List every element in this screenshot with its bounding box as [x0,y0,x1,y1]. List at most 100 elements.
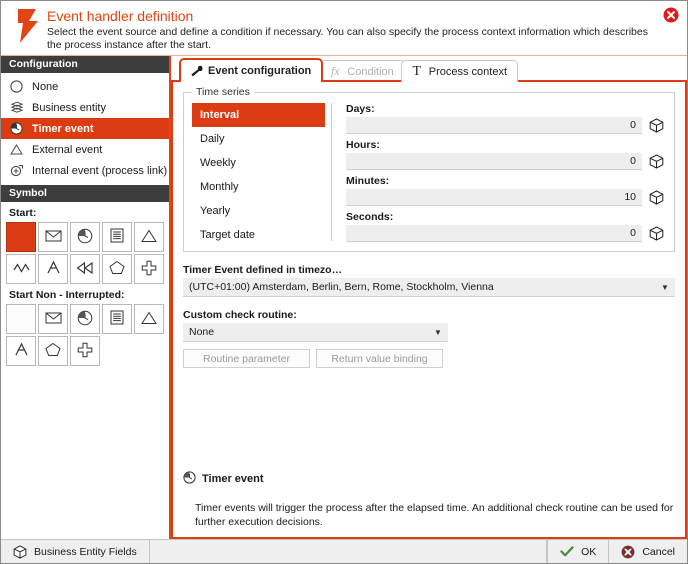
cancel-button[interactable]: Cancel [608,540,687,563]
sidebar-item-label: Business entity [32,101,106,114]
tab-label: Process context [428,65,508,78]
start-non-interrupted-symbol-grid [1,304,166,366]
business-entity-fields-button[interactable]: Business Entity Fields [1,540,150,563]
symbol-envelope[interactable] [38,222,68,252]
sidebar-item-label: Internal event (process link) [32,164,168,177]
list-item-label: Weekly [200,157,236,169]
envelope-icon [45,229,62,245]
triangle-icon [9,142,24,157]
event-handler-definition-dialog: Event handler definition Select the even… [0,0,688,564]
circle-icon [9,79,24,94]
timezone-dropdown[interactable]: (UTC+01:00) Amsterdam, Berlin, Bern, Rom… [183,278,675,297]
symbol-document-ni[interactable] [102,304,132,334]
custom-check-routine-dropdown[interactable]: None ▼ [183,323,448,342]
symbol-escalation-ni[interactable] [6,336,36,366]
clock-icon [77,228,93,247]
symbol-filled-square[interactable] [6,222,36,252]
symbol-blank[interactable] [6,304,36,334]
lightning-bolt-icon [9,7,47,51]
triangle-icon [141,311,157,328]
time-series-group: Time series Interval Daily Weekly Monthl… [183,86,675,252]
start-label: Start: [9,207,37,219]
symbol-clock-ni[interactable] [70,304,100,334]
start-non-interrupted-label: Start Non - Interrupted: [9,289,125,301]
time-series-item-target-date[interactable]: Target date [192,223,325,247]
time-series-item-weekly[interactable]: Weekly [192,151,325,175]
check-icon [560,545,574,559]
symbol-triangle[interactable] [134,222,164,252]
cube-icon[interactable] [649,190,664,205]
configuration-list: None Business entity Timer event Externa… [1,73,169,185]
hours-label: Hours: [346,139,380,151]
info-header: Timer event [183,471,675,487]
minutes-label: Minutes: [346,175,390,187]
symbol-triangle-ni[interactable] [134,304,164,334]
sidebar-item-internal-event[interactable]: Internal event (process link) [1,160,169,181]
custom-check-routine-label: Custom check routine: [183,309,297,321]
process-link-icon [9,163,24,178]
custom-check-routine-value: None [189,326,215,338]
tab-bar: Event configuration fx Condition T Proce… [171,56,687,82]
sidebar-item-timer-event[interactable]: Timer event [1,118,169,139]
return-value-binding-button[interactable]: Return value binding [316,349,443,368]
symbol-signal[interactable] [6,254,36,284]
list-item-label: Target date [200,229,256,241]
symbol-pentagon-ni[interactable] [38,336,68,366]
event-configuration-panel: Time series Interval Daily Weekly Monthl… [171,82,687,539]
days-input[interactable] [346,117,642,134]
seconds-input[interactable] [346,225,642,242]
hours-field-row: Hours: [346,139,664,170]
clock-icon [77,310,93,329]
days-label: Days: [346,103,375,115]
info-title: Timer event [202,473,264,485]
info-text: Timer events will trigger the process af… [195,502,674,528]
sidebar-item-business-entity[interactable]: Business entity [1,97,169,118]
list-item-label: Yearly [200,205,231,217]
timezone-label: Timer Event defined in timezo… [183,264,343,276]
tab-process-context[interactable]: T Process context [400,60,519,82]
triangle-icon [141,229,157,246]
tab-event-configuration[interactable]: Event configuration [179,58,324,82]
tab-condition[interactable]: fx Condition [319,60,405,82]
envelope-icon [45,311,62,327]
pentagon-icon [109,260,125,278]
dialog-header: Event handler definition Select the even… [1,1,687,56]
sidebar-item-external-event[interactable]: External event [1,139,169,160]
ok-button[interactable]: OK [547,540,608,563]
symbol-plus-cross-ni[interactable] [70,336,100,366]
symbol-plus-cross[interactable] [134,254,164,284]
time-series-item-interval[interactable]: Interval [192,103,325,127]
symbol-envelope-ni[interactable] [38,304,68,334]
header-texts: Event handler definition Select the even… [47,7,679,51]
sidebar-item-none[interactable]: None [1,76,169,97]
chevron-down-icon: ▼ [434,327,442,337]
close-icon[interactable] [663,7,679,23]
pentagon-icon [45,342,61,360]
main-content: Event configuration fx Condition T Proce… [171,56,687,539]
cube-icon[interactable] [649,226,664,241]
signal-icon [12,261,30,278]
configuration-section-header: Configuration [1,56,169,73]
wrench-icon [189,65,203,78]
plus-cross-icon [141,260,157,279]
symbol-rewind[interactable] [70,254,100,284]
tab-label: Event configuration [208,65,312,77]
lightning-bolt-glyph [18,9,38,43]
clock-icon [9,121,24,136]
symbol-pentagon[interactable] [102,254,132,284]
time-series-item-yearly[interactable]: Yearly [192,199,325,223]
symbol-clock[interactable] [70,222,100,252]
hours-input[interactable] [346,153,642,170]
seconds-field-row: Seconds: [346,211,664,242]
time-series-list: Interval Daily Weekly Monthly Yearly Tar… [192,103,332,241]
info-block: Timer event Timer events will trigger th… [183,471,675,529]
seconds-label: Seconds: [346,211,394,223]
routine-parameter-button[interactable]: Routine parameter [183,349,310,368]
cube-icon[interactable] [649,118,664,133]
time-series-item-daily[interactable]: Daily [192,127,325,151]
cube-icon[interactable] [649,154,664,169]
time-series-item-monthly[interactable]: Monthly [192,175,325,199]
symbol-document[interactable] [102,222,132,252]
minutes-input[interactable] [346,189,642,206]
symbol-escalation[interactable] [38,254,68,284]
